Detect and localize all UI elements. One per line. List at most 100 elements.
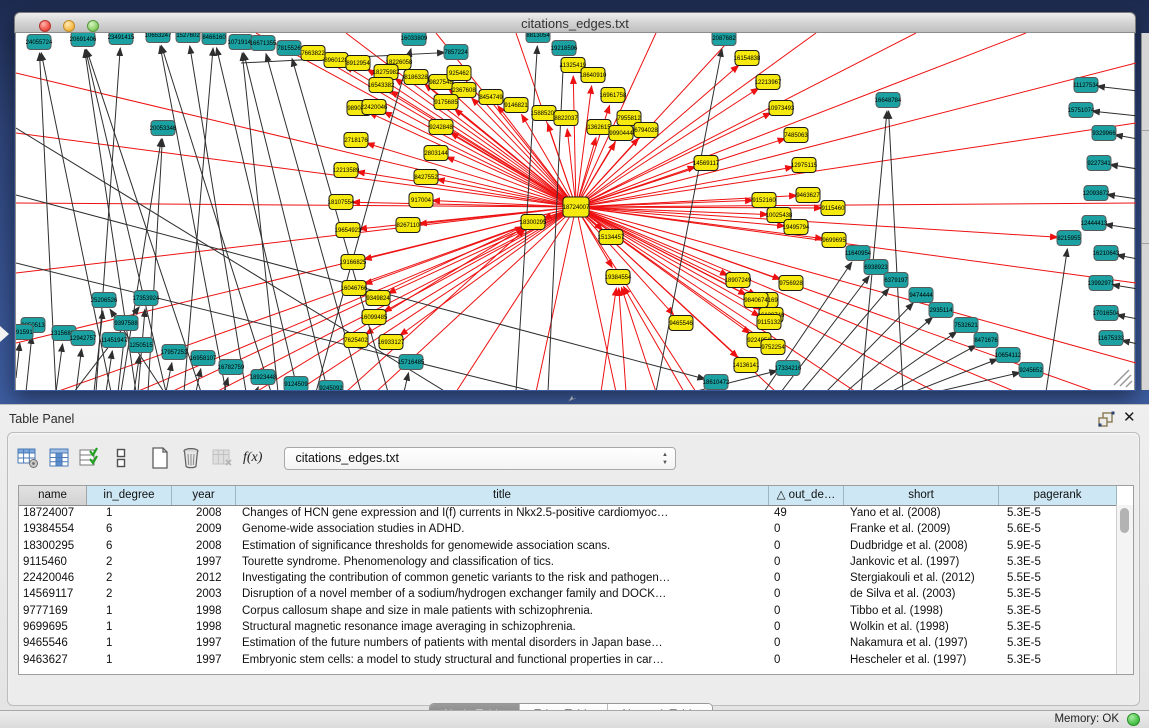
- graph-node[interactable]: 7663822: [301, 46, 325, 61]
- graph-node[interactable]: 9349824: [366, 291, 390, 306]
- graph-node[interactable]: 8822037: [554, 111, 578, 126]
- graph-node[interactable]: 7815526: [277, 41, 301, 56]
- graph-edge[interactable]: [16, 133, 576, 207]
- create-column-icon[interactable]: [148, 446, 172, 470]
- graph-node[interactable]: 17016504: [1093, 306, 1120, 321]
- graph-node[interactable]: 18724007: [563, 197, 590, 217]
- vertical-scrollbar[interactable]: [1116, 505, 1133, 674]
- graph-node[interactable]: 17334216: [775, 361, 802, 376]
- graph-node[interactable]: 19495794: [783, 220, 810, 235]
- network-canvas-svg[interactable]: 1872400718300295151344571938455489601288…: [16, 33, 1136, 390]
- graph-node[interactable]: 917004: [409, 193, 433, 208]
- graph-node[interactable]: 1250515: [129, 338, 153, 353]
- graph-node[interactable]: 2803144: [424, 146, 448, 161]
- graph-edge[interactable]: [56, 344, 63, 390]
- graph-node[interactable]: 9891591: [16, 325, 33, 340]
- graph-node[interactable]: 6938923: [864, 260, 888, 275]
- column-header-short[interactable]: short: [844, 486, 999, 505]
- graph-node[interactable]: 9242848: [429, 120, 453, 135]
- graph-edge[interactable]: [1117, 315, 1136, 319]
- graph-node[interactable]: 2935114: [929, 303, 953, 318]
- graph-edge[interactable]: [16, 128, 446, 390]
- graph-node[interactable]: 16210643: [1093, 246, 1120, 261]
- table-row[interactable]: 969969511998Structural magnetic resonanc…: [19, 619, 1117, 635]
- graph-node[interactable]: 19166825: [340, 255, 367, 270]
- graph-node[interactable]: 9152160: [752, 193, 776, 208]
- graph-node[interactable]: 14136141: [733, 358, 760, 373]
- graph-edge[interactable]: [217, 48, 298, 390]
- graph-node[interactable]: 9124509: [284, 377, 308, 391]
- graph-node[interactable]: 7857224: [444, 45, 468, 60]
- column-chooser-icon[interactable]: [47, 446, 71, 470]
- graph-edge[interactable]: [536, 207, 576, 390]
- graph-edge[interactable]: [1092, 111, 1136, 116]
- function-builder-icon[interactable]: f(x): [243, 450, 262, 466]
- graph-edge[interactable]: [623, 287, 684, 390]
- graph-node[interactable]: 8912954: [346, 56, 370, 71]
- graph-node[interactable]: 10653247: [145, 33, 172, 43]
- network-table-select[interactable]: citations_edges.txt ▲▼: [284, 447, 676, 470]
- graph-edge[interactable]: [1097, 86, 1136, 91]
- panel-splitter-handle[interactable]: [567, 395, 577, 402]
- graph-node[interactable]: 8471676: [974, 333, 998, 348]
- graph-node[interactable]: 9227341: [1087, 156, 1111, 171]
- graph-node[interactable]: 9990444: [609, 126, 633, 141]
- graph-node[interactable]: 12213589: [333, 163, 360, 178]
- graph-node[interactable]: 19218596: [551, 41, 578, 56]
- graph-edge[interactable]: [576, 33, 816, 207]
- table-row[interactable]: 977716911998Corpus callosum shape and si…: [19, 603, 1117, 619]
- graph-node[interactable]: 2718176: [344, 133, 368, 148]
- graph-node[interactable]: 18907249: [725, 273, 752, 288]
- graph-node[interactable]: 8960128: [324, 53, 348, 68]
- graph-edge[interactable]: [16, 343, 20, 378]
- graph-edge[interactable]: [801, 288, 889, 390]
- graph-node[interactable]: 19654923: [335, 223, 362, 238]
- graph-edge[interactable]: [400, 207, 576, 336]
- graph-node[interactable]: 16543382: [368, 78, 395, 93]
- graph-node[interactable]: 9245652: [1019, 363, 1043, 378]
- graph-node[interactable]: 20053346: [150, 121, 177, 136]
- column-header-title[interactable]: title: [236, 486, 769, 505]
- column-header-pagerank[interactable]: pagerank: [999, 486, 1117, 505]
- graph-node[interactable]: 6794028: [634, 123, 658, 138]
- graph-edge[interactable]: [1110, 165, 1136, 169]
- graph-node[interactable]: 9329966: [1092, 126, 1116, 141]
- graph-edge[interactable]: [1046, 249, 1067, 390]
- graph-node[interactable]: 16648784: [875, 93, 902, 108]
- graph-edge[interactable]: [576, 63, 1136, 207]
- graph-node[interactable]: 9474444: [909, 288, 933, 303]
- graph-node[interactable]: 16671355: [250, 36, 277, 51]
- background-window-sliver[interactable]: [1141, 33, 1149, 390]
- delete-column-trash-icon[interactable]: [179, 446, 203, 470]
- graph-node[interactable]: 12942757: [70, 331, 97, 346]
- graph-node[interactable]: 20691406: [70, 33, 97, 47]
- table-row[interactable]: 1938455462009Genome-wide association stu…: [19, 521, 1117, 537]
- graph-edge[interactable]: [576, 123, 1136, 207]
- graph-node[interactable]: 9840674: [744, 293, 768, 308]
- graph-node[interactable]: 2087682: [712, 33, 736, 46]
- scrollbar-thumb[interactable]: [1120, 508, 1129, 533]
- graph-node[interactable]: 18107554: [328, 195, 355, 210]
- graph-node[interactable]: 9146821: [504, 98, 528, 113]
- graph-node[interactable]: 16154838: [734, 51, 761, 66]
- graph-node[interactable]: 18923448: [250, 370, 277, 385]
- graph-node[interactable]: 15751074: [1068, 103, 1095, 118]
- graph-node[interactable]: 9463627: [796, 188, 820, 203]
- graph-edge[interactable]: [26, 336, 32, 390]
- graph-node[interactable]: 24055724: [26, 35, 53, 50]
- graph-node[interactable]: 9175685: [434, 95, 458, 110]
- graph-node[interactable]: 1362615: [587, 120, 611, 135]
- graph-node[interactable]: 9465546: [669, 316, 693, 331]
- graph-node[interactable]: 11675333: [1098, 331, 1125, 346]
- table-row[interactable]: 911546021997Tourette syndrome. Phenomeno…: [19, 554, 1117, 570]
- table-row[interactable]: 946554611997Estimation of the future num…: [19, 635, 1117, 651]
- graph-node[interactable]: 19384554: [605, 270, 632, 285]
- graph-node[interactable]: 925462: [447, 66, 471, 81]
- graph-node[interactable]: 11451947: [101, 333, 128, 348]
- graph-node[interactable]: 11640954: [845, 246, 872, 261]
- graph-node[interactable]: 8813054: [526, 33, 550, 43]
- graph-node[interactable]: 9699695: [822, 233, 846, 248]
- graph-node[interactable]: 16782759: [218, 360, 245, 375]
- graph-node[interactable]: 7625402: [344, 333, 368, 348]
- graph-node[interactable]: 8215955: [1057, 231, 1081, 246]
